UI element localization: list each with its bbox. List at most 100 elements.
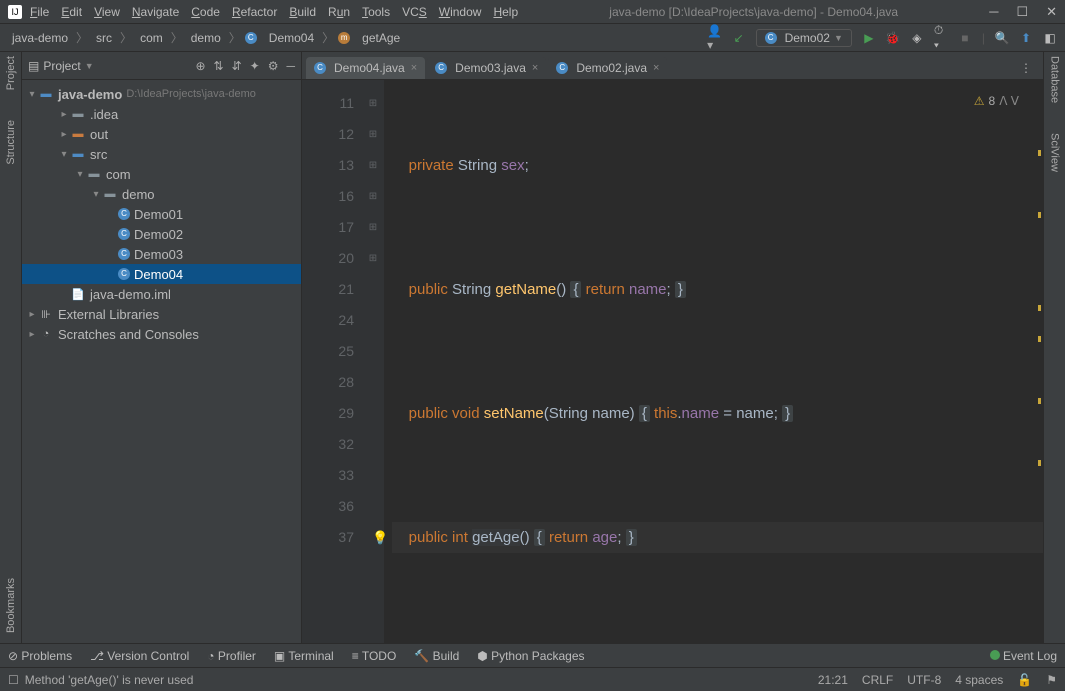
menu-build[interactable]: Build <box>289 5 316 19</box>
gear-icon[interactable]: ⚙ <box>268 59 279 73</box>
code-content[interactable]: ⚠8 ᐱ ᐯ private String sex; public String… <box>384 80 1043 643</box>
minimize-icon[interactable]: ─ <box>989 4 998 20</box>
status-hint-icon[interactable]: ☐ <box>8 673 19 687</box>
menu-refactor[interactable]: Refactor <box>232 5 277 19</box>
rail-bookmarks[interactable]: Bookmarks <box>5 578 17 633</box>
tool-terminal[interactable]: ▣ Terminal <box>274 649 334 663</box>
tree-item-src[interactable]: ▾▬src <box>22 144 301 164</box>
build-icon[interactable]: ↙ <box>732 31 746 45</box>
class-icon: C <box>556 62 568 74</box>
bc-src[interactable]: src <box>92 29 116 47</box>
tool-problems[interactable]: ⊘ Problems <box>8 649 72 663</box>
project-panel-title[interactable]: Project <box>43 59 80 73</box>
rail-database[interactable]: Database <box>1049 56 1061 103</box>
tree-item-demo[interactable]: ▾▬demo <box>22 184 301 204</box>
run-icon[interactable]: ▶ <box>862 31 876 45</box>
tree-root[interactable]: ▾▬ java-demo D:\IdeaProjects\java-demo <box>22 84 301 104</box>
chevron-down-icon[interactable]: ▼ <box>85 61 94 71</box>
ide-actions-icon[interactable]: ◧ <box>1043 31 1057 45</box>
status-eol[interactable]: CRLF <box>862 673 893 687</box>
menu-help[interactable]: Help <box>493 5 518 19</box>
rail-structure[interactable]: Structure <box>5 120 17 165</box>
bc-class[interactable]: Demo04 <box>265 29 318 47</box>
stop-icon[interactable]: ■ <box>958 31 972 45</box>
root-path: D:\IdeaProjects\java-demo <box>126 88 256 100</box>
editor-tab-demo02-java[interactable]: CDemo02.java× <box>548 57 667 79</box>
tree-item-out[interactable]: ▸▬out <box>22 124 301 144</box>
project-icon: ▬ <box>38 87 54 101</box>
tree-item-java-demo.iml[interactable]: 📄java-demo.iml <box>22 284 301 304</box>
maximize-icon[interactable]: ☐ <box>1016 4 1028 20</box>
settings-icon[interactable]: ✦ <box>250 59 260 73</box>
rail-project[interactable]: Project <box>5 56 17 90</box>
menu-run[interactable]: Run <box>328 5 350 19</box>
tool-todo[interactable]: ≡ TODO <box>352 649 397 663</box>
status-pos[interactable]: 21:21 <box>818 673 848 687</box>
tree-item-demo01[interactable]: CDemo01 <box>22 204 301 224</box>
close-icon[interactable]: ✕ <box>1046 4 1057 20</box>
menu-window[interactable]: Window <box>439 5 482 19</box>
menu-tools[interactable]: Tools <box>362 5 390 19</box>
expand-icon[interactable]: ⇅ <box>214 59 224 73</box>
add-config-icon[interactable]: 👤▾ <box>708 31 722 45</box>
editor-tab-demo03-java[interactable]: CDemo03.java× <box>427 57 546 79</box>
run-config-selector[interactable]: C Demo02 ▼ <box>756 29 852 47</box>
tree-external-libs[interactable]: ▸⊪ External Libraries <box>22 304 301 324</box>
class-icon: C <box>118 248 130 260</box>
menu-navigate[interactable]: Navigate <box>132 5 179 19</box>
bc-project[interactable]: java-demo <box>8 29 72 47</box>
close-tab-icon[interactable]: × <box>411 62 417 74</box>
navigation-bar: java-demo〉 src〉 com〉 demo〉 C Demo04〉 m g… <box>0 24 1065 52</box>
code-editor[interactable]: 111213161720212425282932333637 ⊞⊞⊞⊞⊞⊞ ⚠8… <box>302 80 1043 643</box>
close-tab-icon[interactable]: × <box>532 62 538 74</box>
status-enc[interactable]: UTF-8 <box>907 673 941 687</box>
tool-python[interactable]: ⬢ Python Packages <box>477 649 584 663</box>
bc-demo[interactable]: demo <box>187 29 225 47</box>
class-icon: C <box>245 32 257 44</box>
tree-scratches[interactable]: ▸◔ Scratches and Consoles <box>22 324 301 344</box>
lock-icon[interactable]: 🔓 <box>1017 673 1032 687</box>
tabs-more-icon[interactable]: ⋮ <box>1019 61 1033 75</box>
debug-icon[interactable]: 🐞 <box>886 31 900 45</box>
tree-item-demo04[interactable]: CDemo04 <box>22 264 301 284</box>
folder-icon: ▬ <box>70 127 86 141</box>
coverage-icon[interactable]: ◈ <box>910 31 924 45</box>
tool-profiler[interactable]: ◔ Profiler <box>207 649 256 663</box>
menu-vcs[interactable]: VCS <box>402 5 427 19</box>
project-tree: ▾▬ java-demo D:\IdeaProjects\java-demo ▸… <box>22 80 301 643</box>
sync-icon[interactable]: ⬆ <box>1019 31 1033 45</box>
tree-item-demo03[interactable]: CDemo03 <box>22 244 301 264</box>
hide-icon[interactable]: ─ <box>286 59 295 73</box>
intention-bulb-icon[interactable]: 💡 <box>372 522 388 553</box>
ide-logo-icon: IJ <box>8 5 22 19</box>
tree-item-demo02[interactable]: CDemo02 <box>22 224 301 244</box>
locate-icon[interactable]: ⊕ <box>195 59 205 73</box>
project-panel: ▤ Project ▼ ⊕ ⇅ ⇵ ✦ ⚙ ─ ▾▬ java-demo D:\… <box>22 52 302 643</box>
root-name: java-demo <box>58 87 122 102</box>
class-icon: C <box>314 62 326 74</box>
search-icon[interactable]: 🔍 <box>995 31 1009 45</box>
editor-tab-demo04-java[interactable]: CDemo04.java× <box>306 57 425 79</box>
editor-area: CDemo04.java×CDemo03.java×CDemo02.java× … <box>302 52 1043 643</box>
profile-icon[interactable]: ⏱▾ <box>934 31 948 45</box>
menu-view[interactable]: View <box>94 5 120 19</box>
tool-vcs[interactable]: ⎇ Version Control <box>90 649 189 663</box>
event-log[interactable]: Event Log <box>990 649 1057 663</box>
bottom-toolbar: ⊘ Problems ⎇ Version Control ◔ Profiler … <box>0 643 1065 667</box>
menu-file[interactable]: File <box>30 5 49 19</box>
tool-build[interactable]: 🔨 Build <box>414 649 459 663</box>
bc-com[interactable]: com <box>136 29 167 47</box>
tree-item-.idea[interactable]: ▸▬.idea <box>22 104 301 124</box>
rail-sciview[interactable]: SciView <box>1049 133 1061 172</box>
menu-edit[interactable]: Edit <box>61 5 82 19</box>
collapse-icon[interactable]: ⇵ <box>232 59 242 73</box>
menu-code[interactable]: Code <box>191 5 220 19</box>
line-gutter: 111213161720212425282932333637 <box>302 80 362 643</box>
bc-method[interactable]: getAge <box>358 29 404 47</box>
window-title: java-demo [D:\IdeaProjects\java-demo] - … <box>518 5 989 19</box>
inspection-badge[interactable]: ⚠8 ᐱ ᐯ <box>974 86 1019 117</box>
close-tab-icon[interactable]: × <box>653 62 659 74</box>
status-indent[interactable]: 4 spaces <box>955 673 1003 687</box>
tree-item-com[interactable]: ▾▬com <box>22 164 301 184</box>
notif-icon[interactable]: ⚑ <box>1046 673 1057 687</box>
